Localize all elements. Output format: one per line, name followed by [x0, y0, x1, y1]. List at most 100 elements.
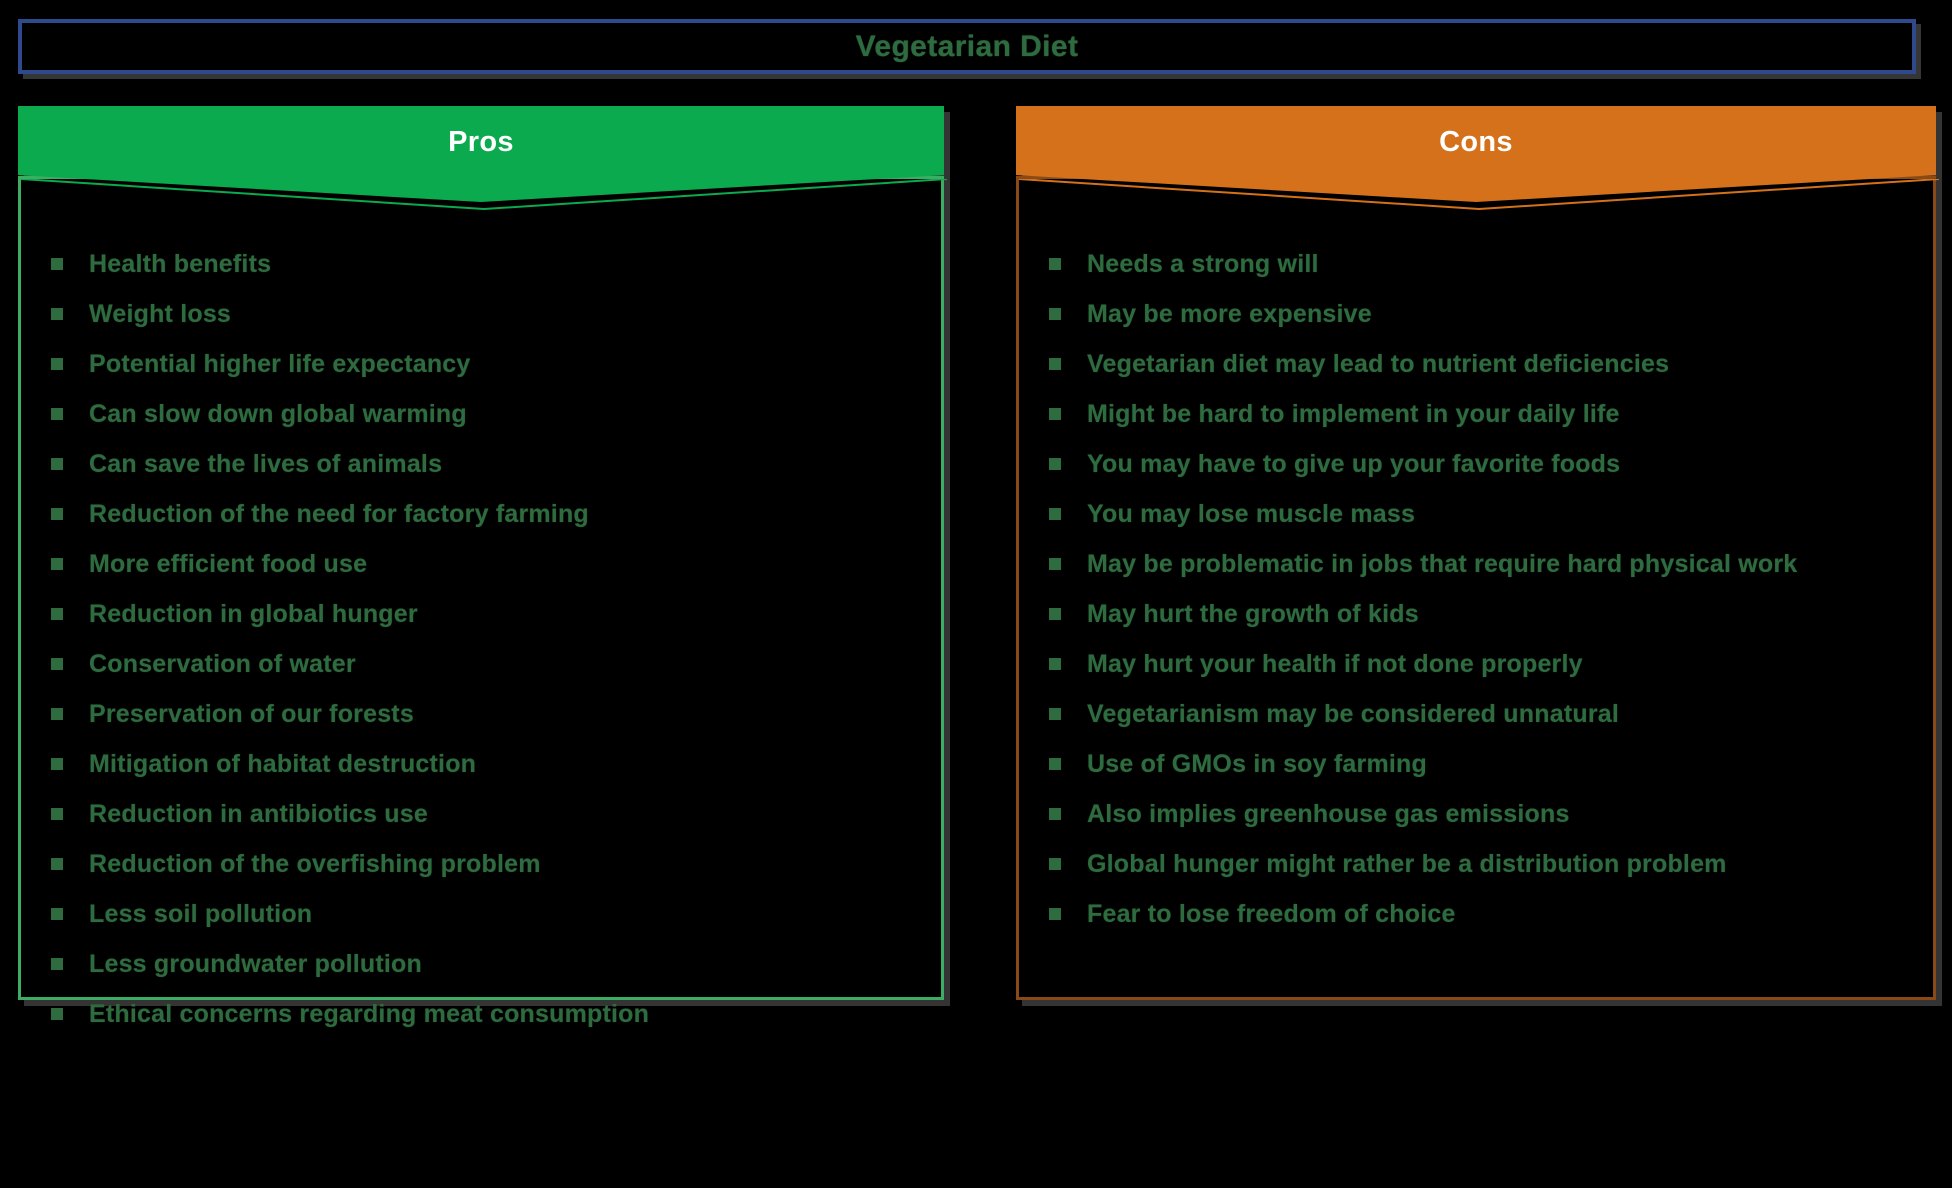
list-item-label: Reduction of the need for factory farmin…	[89, 499, 589, 528]
list-item: More efficient food use	[51, 539, 923, 589]
list-item: Reduction of the overfishing problem	[51, 839, 923, 889]
bullet-square-icon	[1049, 808, 1061, 820]
list-item: Potential higher life expectancy	[51, 339, 923, 389]
bullet-square-icon	[51, 458, 63, 470]
list-item-label: May hurt the growth of kids	[1087, 599, 1419, 628]
list-item-label: More efficient food use	[89, 549, 368, 578]
list-item-label: Vegetarian diet may lead to nutrient def…	[1087, 349, 1670, 378]
bullet-square-icon	[1049, 708, 1061, 720]
pros-body: Health benefits Weight loss Potential high…	[18, 176, 947, 1028]
bullet-square-icon	[1049, 508, 1061, 520]
list-item-label: Reduction in global hunger	[89, 599, 418, 628]
bullet-square-icon	[51, 1008, 63, 1020]
list-item: Also implies greenhouse gas emissions	[1049, 789, 1915, 839]
list-item-label: Conservation of water	[89, 649, 356, 678]
list-item: You may lose muscle mass	[1049, 489, 1915, 539]
list-item: Mitigation of habitat destruction	[51, 739, 923, 789]
list-item: Conservation of water	[51, 639, 923, 689]
bullet-square-icon	[1049, 608, 1061, 620]
list-item-label: Potential higher life expectancy	[89, 349, 471, 378]
pros-panel: Pros Health benefits Weight loss Potential…	[18, 106, 950, 1028]
list-item-label: May be problematic in jobs that require …	[1087, 549, 1798, 578]
bullet-square-icon	[51, 808, 63, 820]
bullet-square-icon	[51, 308, 63, 320]
list-item: May hurt the growth of kids	[1049, 589, 1915, 639]
page-title-bar: Vegetarian Diet	[18, 19, 1916, 74]
bullet-square-icon	[1049, 908, 1061, 920]
bullet-square-icon	[51, 858, 63, 870]
pros-header-label: Pros	[448, 126, 514, 158]
bullet-square-icon	[51, 958, 63, 970]
cons-list: Needs a strong will May be more expensive…	[1019, 239, 1933, 939]
list-item: Ethical concerns regarding meat consumpt…	[51, 989, 923, 1039]
list-item-label: Global hunger might rather be a distribu…	[1087, 849, 1727, 878]
list-item-label: May be more expensive	[1087, 299, 1372, 328]
list-item: May be more expensive	[1049, 289, 1915, 339]
list-item-label: May hurt your health if not done properl…	[1087, 649, 1583, 678]
bullet-square-icon	[1049, 658, 1061, 670]
page-title: Vegetarian Diet	[855, 29, 1079, 63]
bullet-square-icon	[51, 708, 63, 720]
list-item-label: You may lose muscle mass	[1087, 499, 1416, 528]
bullet-square-icon	[1049, 458, 1061, 470]
list-item: Weight loss	[51, 289, 923, 339]
list-item: Vegetarian diet may lead to nutrient def…	[1049, 339, 1915, 389]
list-item-label: Health benefits	[89, 249, 272, 278]
list-item-label: Reduction in antibiotics use	[89, 799, 428, 828]
cons-header-label: Cons	[1439, 126, 1513, 158]
list-item: May hurt your health if not done properl…	[1049, 639, 1915, 689]
list-item: Health benefits	[51, 239, 923, 289]
list-item: May be problematic in jobs that require …	[1049, 539, 1915, 589]
list-item: Less soil pollution	[51, 889, 923, 939]
bullet-square-icon	[1049, 758, 1061, 770]
list-item: Reduction in global hunger	[51, 589, 923, 639]
list-item-label: Can slow down global warming	[89, 399, 467, 428]
bullet-square-icon	[1049, 558, 1061, 570]
list-item-label: Also implies greenhouse gas emissions	[1087, 799, 1570, 828]
list-item-label: Vegetarianism may be considered unnatura…	[1087, 699, 1619, 728]
cons-panel: Cons Needs a strong will May be more expe…	[1016, 106, 1942, 1006]
pros-list: Health benefits Weight loss Potential high…	[21, 239, 941, 1039]
bullet-square-icon	[1049, 408, 1061, 420]
list-item-label: Mitigation of habitat destruction	[89, 749, 477, 778]
list-item: Might be hard to implement in your daily…	[1049, 389, 1915, 439]
bullet-square-icon	[51, 508, 63, 520]
list-item-label: Weight loss	[89, 299, 232, 328]
list-item-label: Use of GMOs in soy farming	[1087, 749, 1427, 778]
bullet-square-icon	[51, 558, 63, 570]
bullet-square-icon	[51, 258, 63, 270]
list-item: Use of GMOs in soy farming	[1049, 739, 1915, 789]
bullet-square-icon	[51, 608, 63, 620]
list-item-label: Less soil pollution	[89, 899, 313, 928]
bullet-square-icon	[51, 658, 63, 670]
list-item: Global hunger might rather be a distribu…	[1049, 839, 1915, 889]
bullet-square-icon	[1049, 358, 1061, 370]
list-item: You may have to give up your favorite fo…	[1049, 439, 1915, 489]
list-item: Fear to lose freedom of choice	[1049, 889, 1915, 939]
list-item-label: Can save the lives of animals	[89, 449, 443, 478]
list-item-label: Less groundwater pollution	[89, 949, 422, 978]
list-item-label: You may have to give up your favorite fo…	[1087, 449, 1621, 478]
list-item: Vegetarianism may be considered unnatura…	[1049, 689, 1915, 739]
bullet-square-icon	[51, 358, 63, 370]
bullet-square-icon	[1049, 308, 1061, 320]
list-item: Needs a strong will	[1049, 239, 1915, 289]
list-item: Reduction in antibiotics use	[51, 789, 923, 839]
list-item-label: Preservation of our forests	[89, 699, 414, 728]
list-item: Reduction of the need for factory farmin…	[51, 489, 923, 539]
list-item: Can save the lives of animals	[51, 439, 923, 489]
list-item: Preservation of our forests	[51, 689, 923, 739]
bullet-square-icon	[51, 758, 63, 770]
list-item-label: Reduction of the overfishing problem	[89, 849, 541, 878]
list-item: Less groundwater pollution	[51, 939, 923, 989]
list-item-label: Needs a strong will	[1087, 249, 1319, 278]
list-item: Can slow down global warming	[51, 389, 923, 439]
bullet-square-icon	[51, 908, 63, 920]
list-item-label: Fear to lose freedom of choice	[1087, 899, 1456, 928]
bullet-square-icon	[51, 408, 63, 420]
list-item-label: Ethical concerns regarding meat consumpt…	[89, 999, 650, 1028]
bullet-square-icon	[1049, 258, 1061, 270]
cons-body: Needs a strong will May be more expensive…	[1016, 176, 1939, 1000]
bullet-square-icon	[1049, 858, 1061, 870]
list-item-label: Might be hard to implement in your daily…	[1087, 399, 1620, 428]
